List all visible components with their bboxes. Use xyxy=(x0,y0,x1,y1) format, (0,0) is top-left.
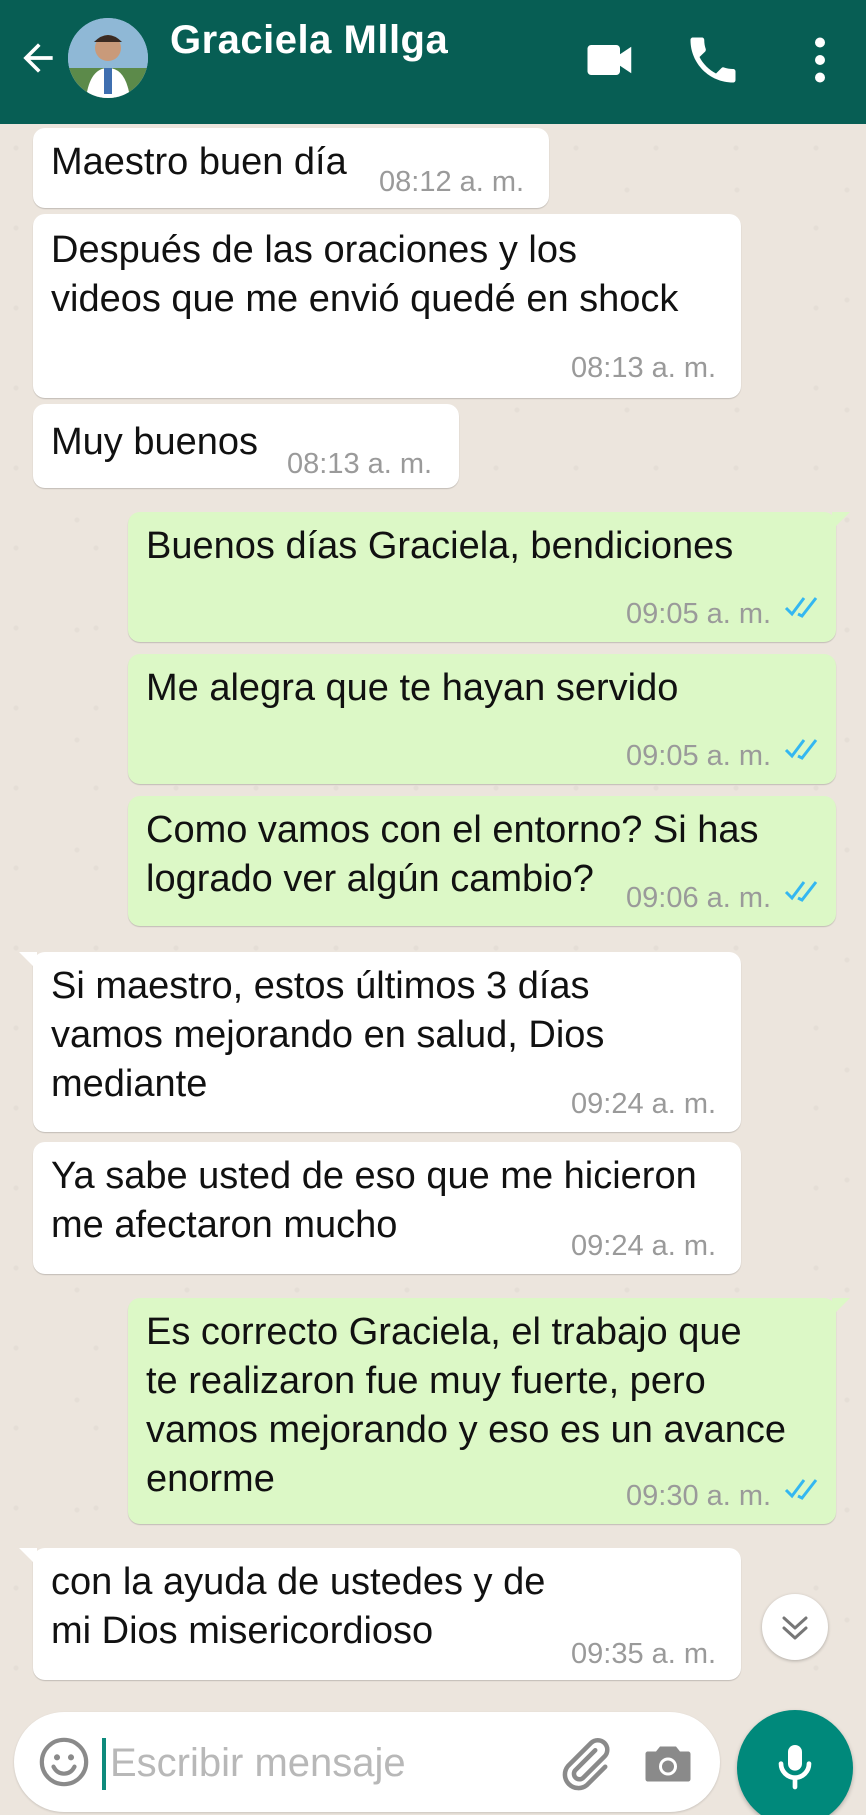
message-time: 09:24 a. m. xyxy=(571,1088,717,1120)
message-bubble[interactable]: con la ayuda de ustedes y de mi Dios mis… xyxy=(19,1548,741,1680)
message-text: con la ayuda de ustedes y de mi Dios mis… xyxy=(51,1561,546,1652)
message-text: Buenos días Graciela, bendiciones xyxy=(146,525,734,567)
video-call-icon[interactable] xyxy=(580,30,640,90)
double-chevron-down-icon xyxy=(782,1616,808,1640)
chat-screen: Graciela Mllga Maestro buen día 08:12 a.… xyxy=(0,0,866,1815)
message-bubble[interactable]: Como vamos con el entorno? Si has lograd… xyxy=(128,796,836,926)
message-time: 09:35 a. m. xyxy=(571,1638,717,1670)
attach-icon[interactable] xyxy=(554,1734,614,1794)
message-time: 08:13 a. m. xyxy=(287,448,433,480)
read-receipt-icon xyxy=(784,1479,818,1500)
message-bubble[interactable]: Si maestro, estos últimos 3 días vamos m… xyxy=(19,952,741,1132)
message-text: Después de las oraciones y los videos qu… xyxy=(51,229,679,320)
message-bubble[interactable]: Buenos días Graciela, bendiciones 09:05 … xyxy=(128,512,850,642)
message-time: 09:05 a. m. xyxy=(626,740,772,772)
microphone-button[interactable] xyxy=(737,1710,853,1815)
camera-icon[interactable] xyxy=(638,1734,698,1794)
message-text: Si maestro, estos últimos 3 días vamos m… xyxy=(51,965,605,1105)
bubble-tail xyxy=(832,1298,850,1316)
message-time: 09:24 a. m. xyxy=(571,1230,717,1262)
chat-header: Graciela Mllga xyxy=(0,0,866,124)
message-time: 09:06 a. m. xyxy=(626,882,772,914)
emoji-icon[interactable] xyxy=(36,1734,92,1790)
message-time: 09:30 a. m. xyxy=(626,1480,772,1512)
message-time: 09:05 a. m. xyxy=(626,598,772,630)
voice-call-icon[interactable] xyxy=(683,30,743,90)
message-text: Maestro buen día xyxy=(51,141,347,183)
avatar-photo xyxy=(68,18,148,98)
back-arrow-icon[interactable] xyxy=(16,36,60,80)
message-text: Muy buenos xyxy=(51,421,259,463)
read-receipt-icon xyxy=(784,597,818,618)
message-bubble[interactable]: Muy buenos 08:13 a. m. xyxy=(33,404,459,488)
microphone-icon xyxy=(778,1745,812,1790)
message-list[interactable]: Maestro buen día 08:12 a. m. Después de … xyxy=(0,124,866,1704)
message-time: 08:13 a. m. xyxy=(571,352,717,384)
contact-avatar[interactable] xyxy=(68,18,148,98)
message-bubble[interactable]: Es correcto Graciela, el trabajo que te … xyxy=(128,1298,850,1524)
message-text: Me alegra que te hayan servido xyxy=(146,667,679,709)
message-time: 08:12 a. m. xyxy=(379,166,525,198)
read-receipt-icon xyxy=(784,739,818,760)
message-bubble[interactable]: Después de las oraciones y los videos qu… xyxy=(33,214,741,398)
text-cursor xyxy=(102,1738,106,1790)
message-input[interactable] xyxy=(108,1730,472,1796)
bubble-tail xyxy=(19,1548,37,1566)
message-bubble[interactable]: Maestro buen día 08:12 a. m. xyxy=(33,128,549,208)
scroll-to-bottom-button[interactable] xyxy=(762,1594,828,1660)
bubble-tail xyxy=(832,512,850,530)
message-bubble[interactable]: Me alegra que te hayan servido 09:05 a. … xyxy=(128,654,836,784)
bubble-tail xyxy=(19,952,37,970)
more-options-icon[interactable] xyxy=(790,30,850,90)
read-receipt-icon xyxy=(784,881,818,902)
message-bubble[interactable]: Ya sabe usted de eso que me hicieron me … xyxy=(33,1142,741,1274)
message-composer xyxy=(14,1712,720,1812)
contact-name[interactable]: Graciela Mllga xyxy=(170,18,448,63)
